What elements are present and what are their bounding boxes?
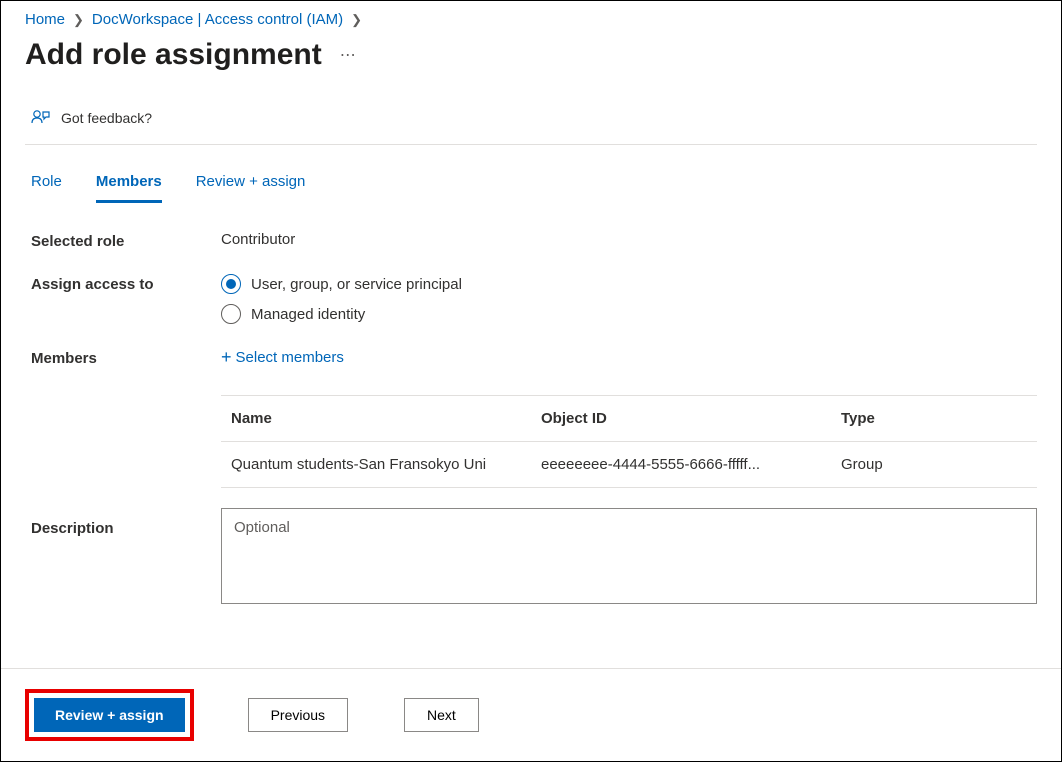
- table-row[interactable]: Quantum students-San Fransokyo Uni eeeee…: [221, 442, 1037, 487]
- radio-managed-identity-label: Managed identity: [251, 306, 365, 323]
- radio-icon: [221, 274, 241, 294]
- page-title: Add role assignment: [25, 38, 322, 72]
- breadcrumb: Home ❯ DocWorkspace | Access control (IA…: [1, 1, 1061, 34]
- form-section: Selected role Contributor Assign access …: [1, 203, 1061, 488]
- assign-access-label: Assign access to: [31, 274, 221, 324]
- assign-access-radio-group: User, group, or service principal Manage…: [221, 274, 1037, 324]
- description-input[interactable]: [221, 508, 1037, 604]
- chevron-right-icon: ❯: [73, 12, 84, 28]
- cell-name: Quantum students-San Fransokyo Uni: [231, 456, 541, 473]
- members-table-header: Name Object ID Type: [221, 396, 1037, 442]
- feedback-label: Got feedback?: [61, 110, 152, 126]
- selected-role-row: Selected role Contributor: [31, 231, 1037, 250]
- selected-role-label: Selected role: [31, 231, 221, 250]
- selected-role-value: Contributor: [221, 231, 1037, 250]
- radio-user-group[interactable]: User, group, or service principal: [221, 274, 1037, 294]
- review-assign-button[interactable]: Review + assign: [34, 698, 185, 732]
- previous-button[interactable]: Previous: [248, 698, 348, 732]
- cell-type: Group: [841, 456, 1027, 473]
- description-row: Description: [1, 508, 1061, 604]
- tabs: Role Members Review + assign: [25, 145, 1037, 203]
- footer: Review + assign Previous Next: [1, 668, 1061, 761]
- next-button[interactable]: Next: [404, 698, 479, 732]
- tab-review-assign[interactable]: Review + assign: [196, 173, 306, 203]
- cell-objectid: eeeeeeee-4444-5555-6666-fffff...: [541, 456, 841, 473]
- select-members-label: Select members: [236, 349, 344, 366]
- col-header-type[interactable]: Type: [841, 410, 1027, 427]
- radio-icon: [221, 304, 241, 324]
- select-members-link[interactable]: + Select members: [221, 348, 344, 366]
- feedback-icon: [31, 108, 51, 128]
- feedback-link[interactable]: Got feedback?: [25, 92, 1037, 145]
- members-label: Members: [31, 348, 221, 488]
- members-table: Name Object ID Type Quantum students-San…: [221, 395, 1037, 488]
- plus-icon: +: [221, 348, 232, 366]
- members-value-area: + Select members Name Object ID Type Qua…: [221, 348, 1037, 488]
- description-label: Description: [31, 508, 221, 604]
- title-row: Add role assignment ⋯: [1, 34, 1061, 92]
- radio-user-group-label: User, group, or service principal: [251, 276, 462, 293]
- tab-role[interactable]: Role: [31, 173, 62, 203]
- more-actions-icon[interactable]: ⋯: [340, 45, 358, 65]
- radio-managed-identity[interactable]: Managed identity: [221, 304, 1037, 324]
- assign-access-row: Assign access to User, group, or service…: [31, 274, 1037, 324]
- col-header-name[interactable]: Name: [231, 410, 541, 427]
- members-row: Members + Select members Name Object ID …: [31, 348, 1037, 488]
- highlight-annotation: Review + assign: [25, 689, 194, 741]
- chevron-right-icon: ❯: [351, 12, 362, 28]
- breadcrumb-home[interactable]: Home: [25, 11, 65, 28]
- breadcrumb-workspace[interactable]: DocWorkspace | Access control (IAM): [92, 11, 343, 28]
- col-header-objectid[interactable]: Object ID: [541, 410, 841, 427]
- tab-members[interactable]: Members: [96, 173, 162, 203]
